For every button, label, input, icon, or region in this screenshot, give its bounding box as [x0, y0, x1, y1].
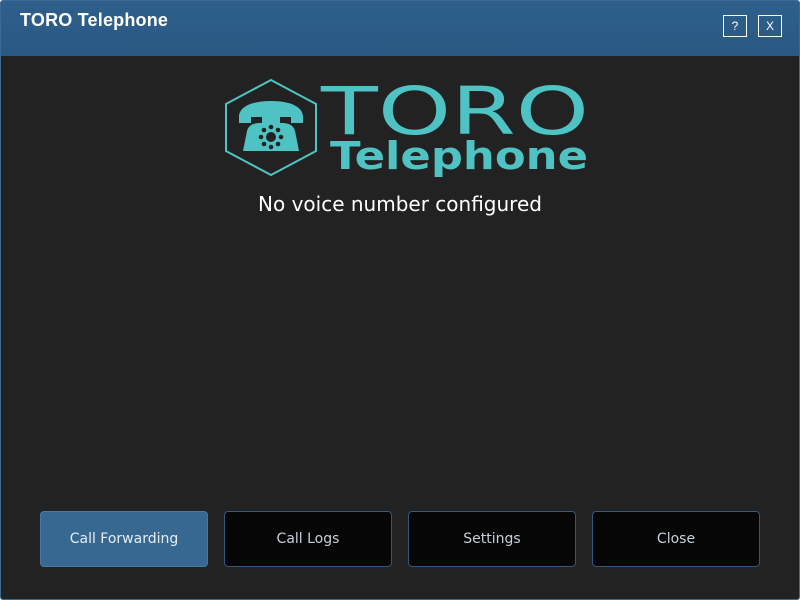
toro-telephone-logo: TORO Telephone: [225, 77, 589, 177]
call-forwarding-button[interactable]: Call Forwarding: [40, 511, 208, 567]
title-bar[interactable]: TORO Telephone ? X: [1, 1, 799, 56]
settings-button[interactable]: Settings: [408, 511, 576, 567]
close-button[interactable]: Close: [592, 511, 760, 567]
window-title: TORO Telephone: [20, 10, 169, 30]
help-button[interactable]: ?: [723, 15, 747, 37]
rotary-dial: [258, 124, 284, 150]
status-message: No voice number configured: [258, 192, 542, 216]
logo-text-telephone: Telephone: [330, 134, 588, 177]
call-logs-button[interactable]: Call Logs: [224, 511, 392, 567]
window-close-button[interactable]: X: [758, 15, 782, 37]
app-window: TORO Telephone ? X TORO Telephone No voi…: [0, 0, 800, 600]
